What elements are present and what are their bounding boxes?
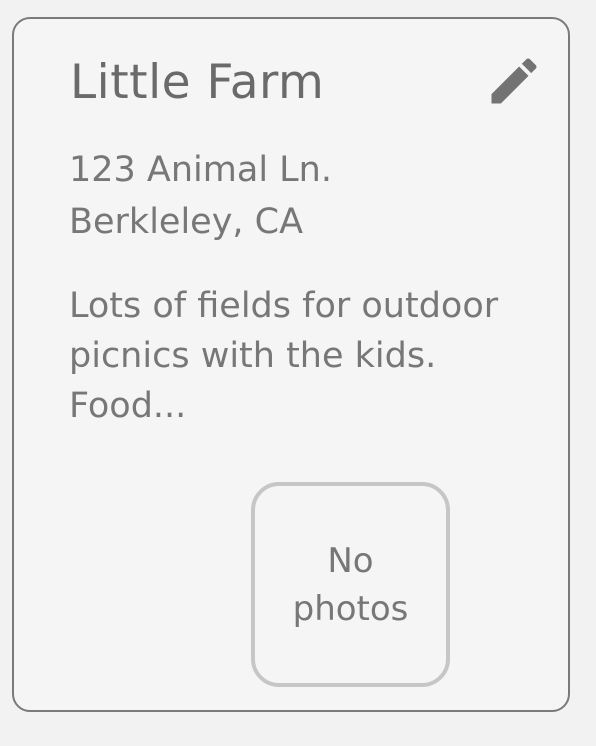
- place-description: Lots of fields for outdoor picnics with …: [69, 286, 499, 426]
- address-line-2: Berkleley, CA: [69, 202, 304, 242]
- edit-button[interactable]: [484, 51, 544, 111]
- place-title: Little Farm: [70, 55, 325, 110]
- photos-placeholder-label: No photos: [292, 540, 409, 629]
- address-line-1: 123 Animal Ln.: [69, 150, 332, 190]
- photos-placeholder[interactable]: No photos: [251, 482, 450, 687]
- pencil-icon: [491, 58, 537, 104]
- place-card[interactable]: Little Farm 123 Animal Ln. Berkleley, CA…: [12, 17, 570, 712]
- place-address: 123 Animal Ln. Berkleley, CA: [69, 144, 332, 248]
